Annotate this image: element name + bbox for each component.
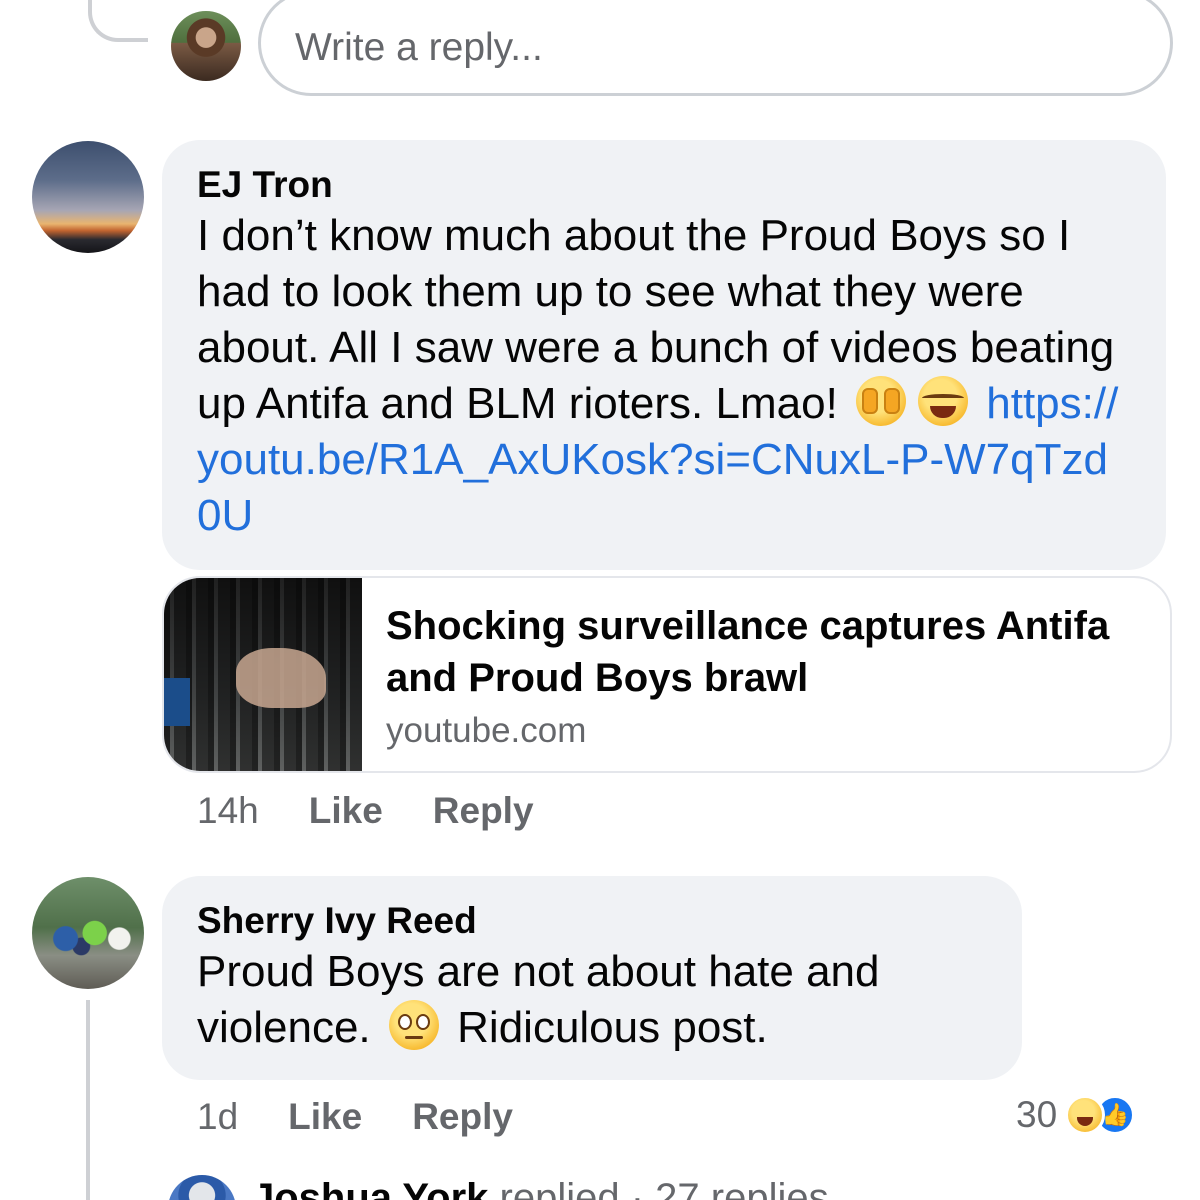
reply-author: Joshua York xyxy=(252,1176,489,1200)
reply-count: 27 replies xyxy=(655,1176,829,1200)
like-button[interactable]: Like xyxy=(288,1096,362,1138)
avatar[interactable] xyxy=(32,141,144,253)
reply-input[interactable] xyxy=(295,26,1170,70)
current-user-avatar xyxy=(171,11,241,81)
comment-author[interactable]: EJ Tron xyxy=(197,162,1132,208)
reply-action: replied xyxy=(499,1176,620,1200)
comment-timestamp[interactable]: 14h xyxy=(197,790,259,832)
comment-bubble: EJ Tron I don’t know much about the Prou… xyxy=(162,140,1166,570)
link-preview-body: Shocking surveillance captures Antifa an… xyxy=(386,600,1150,754)
comment-bubble: Sherry Ivy Reed Proud Boys are not about… xyxy=(162,876,1022,1080)
comment-body-end: Ridiculous post. xyxy=(457,1003,768,1052)
thread-connector xyxy=(88,0,148,42)
reply-button[interactable]: Reply xyxy=(412,1096,513,1138)
face-with-tears-of-joy-icon xyxy=(918,376,969,426)
reaction-summary[interactable]: 30 👍 xyxy=(1016,1094,1136,1136)
link-preview-card[interactable]: Shocking surveillance captures Antifa an… xyxy=(162,576,1172,773)
thread-line xyxy=(86,1000,90,1200)
reply-avatar[interactable] xyxy=(168,1175,236,1200)
reply-separator: · xyxy=(630,1176,645,1200)
comment-text: I don’t know much about the Proud Boys s… xyxy=(197,208,1132,544)
reply-composer[interactable] xyxy=(258,0,1173,96)
link-preview-thumbnail[interactable] xyxy=(164,578,362,771)
haha-reaction-icon xyxy=(1065,1095,1106,1135)
like-button[interactable]: Like xyxy=(309,790,383,832)
comment-timestamp[interactable]: 1d xyxy=(197,1096,238,1138)
comment-text: Proud Boys are not about hate and violen… xyxy=(197,944,988,1056)
avatar[interactable] xyxy=(32,877,144,989)
comment-author[interactable]: Sherry Ivy Reed xyxy=(197,898,988,944)
publisher-logo xyxy=(164,678,190,726)
comment-actions: 1d Like Reply xyxy=(197,1096,513,1138)
comment-actions: 14h Like Reply xyxy=(197,790,534,832)
comment-body: I don’t know much about the Proud Boys s… xyxy=(197,211,1115,428)
face-with-rolling-eyes-icon xyxy=(388,1000,439,1050)
view-replies-link[interactable]: Joshua York replied · 27 replies xyxy=(252,1176,829,1200)
reaction-count[interactable]: 30 xyxy=(1016,1094,1057,1136)
face-with-hand-over-mouth-icon xyxy=(856,376,907,426)
link-preview-title[interactable]: Shocking surveillance captures Antifa an… xyxy=(386,600,1150,704)
reply-button[interactable]: Reply xyxy=(433,790,534,832)
link-preview-domain: youtube.com xyxy=(386,711,587,750)
thumbnail-figure xyxy=(236,648,326,708)
